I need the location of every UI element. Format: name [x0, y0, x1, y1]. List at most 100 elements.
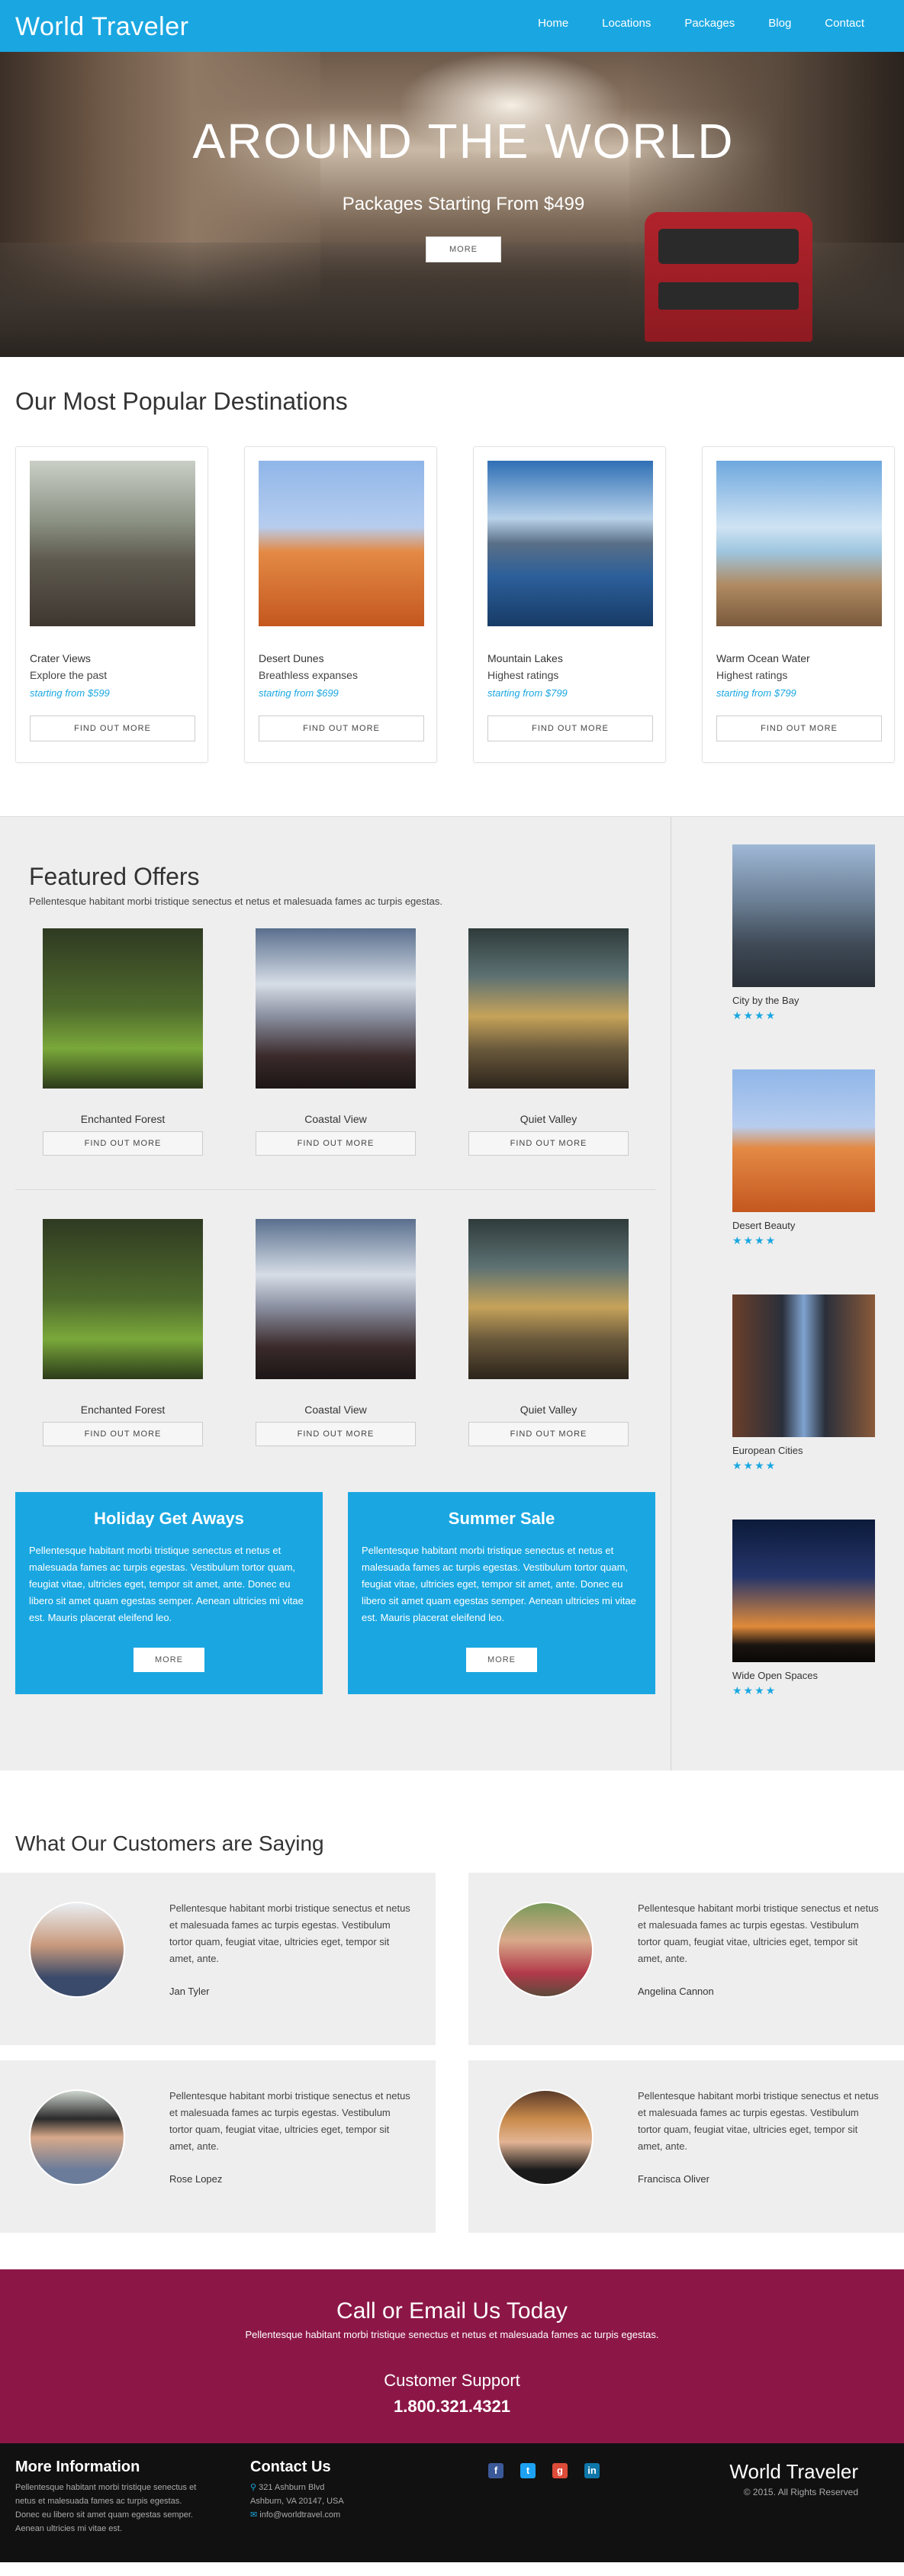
footer-address-line1-row: ⚲ 321 Ashburn Blvd	[250, 2481, 433, 2494]
top-navbar: World Traveler Home Locations Packages B…	[0, 0, 904, 52]
testimonials-section: What Our Customers are Saying Pellentesq…	[0, 1770, 904, 2260]
band-text: Pellentesque habitant morbi tristique se…	[245, 2329, 659, 2340]
twitter-icon[interactable]: t	[520, 2463, 536, 2478]
find-out-more-button[interactable]: FIND OUT MORE	[716, 716, 882, 741]
destination-image-lake	[487, 461, 653, 626]
promo-holiday: Holiday Get Aways Pellentesque habitant …	[15, 1492, 323, 1694]
sidebar-item[interactable]: Desert Beauty ★★★★	[732, 1069, 904, 1247]
find-out-more-button[interactable]: FIND OUT MORE	[256, 1422, 416, 1446]
nav-link-blog[interactable]: Blog	[751, 17, 808, 30]
promo-title: Summer Sale	[448, 1509, 555, 1528]
footer-email[interactable]: info@worldtravel.com	[259, 2510, 340, 2520]
destination-card: Warm Ocean Water Highest ratings startin…	[702, 446, 895, 763]
nav-link-contact[interactable]: Contact	[808, 17, 881, 30]
featured-description: Pellentesque habitant morbi tristique se…	[29, 896, 442, 907]
footer-contact: Contact Us ⚲ 321 Ashburn Blvd Ashburn, V…	[250, 2459, 433, 2522]
promo-more-button[interactable]: MORE	[466, 1648, 537, 1672]
destination-title: Warm Ocean Water	[716, 652, 810, 664]
testimonial-author: Francisca Oliver	[638, 2173, 709, 2185]
location-pin-icon: ⚲	[250, 2483, 257, 2492]
testimonial-author: Rose Lopez	[169, 2173, 223, 2185]
sidebar-image-spaces	[732, 1520, 875, 1662]
nav-link-packages[interactable]: Packages	[668, 17, 751, 30]
promo-more-button[interactable]: MORE	[134, 1648, 204, 1672]
offer-name: Coastal View	[304, 1113, 367, 1125]
destination-price: starting from $799	[716, 687, 796, 699]
testimonial-quote: Pellentesque habitant morbi tristique se…	[169, 1902, 410, 1964]
footer-email-row: ✉ info@worldtravel.com	[250, 2508, 433, 2522]
promo-text: Pellentesque habitant morbi tristique se…	[362, 1545, 636, 1623]
avatar	[29, 1902, 125, 1998]
testimonial-card: Pellentesque habitant morbi tristique se…	[0, 1873, 436, 2045]
footer-info-heading: More Information	[15, 2459, 140, 2475]
offer-item: Quiet Valley FIND OUT MORE	[468, 928, 629, 1156]
star-rating: ★★★★	[732, 1234, 777, 1246]
offers-divider	[15, 1189, 655, 1190]
testimonial-card: Pellentesque habitant morbi tristique se…	[0, 2060, 436, 2233]
sidebar-item[interactable]: European Cities ★★★★	[732, 1294, 904, 1472]
site-brand[interactable]: World Traveler	[15, 12, 188, 42]
facebook-icon[interactable]: f	[488, 2463, 503, 2478]
promo-title: Holiday Get Aways	[94, 1509, 244, 1528]
footer-contact-heading: Contact Us	[250, 2459, 331, 2475]
destination-subtitle: Breathless expanses	[259, 669, 358, 681]
offer-image-valley	[468, 1219, 629, 1379]
nav-link-locations[interactable]: Locations	[585, 17, 668, 30]
destination-image-dunes	[259, 461, 424, 626]
sidebar-item-name: Wide Open Spaces	[732, 1670, 819, 1681]
destination-image-crater	[30, 461, 195, 626]
sidebar-image-city	[732, 844, 875, 987]
testimonial-quote: Pellentesque habitant morbi tristique se…	[638, 1902, 879, 1964]
find-out-more-button[interactable]: FIND OUT MORE	[256, 1131, 416, 1156]
offer-item: Enchanted Forest FIND OUT MORE	[43, 928, 203, 1156]
find-out-more-button[interactable]: FIND OUT MORE	[468, 1131, 629, 1156]
find-out-more-button[interactable]: FIND OUT MORE	[43, 1131, 203, 1156]
offer-name: Coastal View	[304, 1404, 367, 1416]
testimonial-quote: Pellentesque habitant morbi tristique se…	[169, 2090, 410, 2152]
offer-name: Enchanted Forest	[80, 1113, 166, 1125]
hero-content: AROUND THE WORLD Packages Starting From …	[0, 113, 904, 262]
offer-image-valley	[468, 928, 629, 1089]
promo-row: Holiday Get Aways Pellentesque habitant …	[15, 1492, 655, 1694]
hero-banner: AROUND THE WORLD Packages Starting From …	[0, 52, 904, 357]
find-out-more-button[interactable]: FIND OUT MORE	[468, 1422, 629, 1446]
offer-image-forest	[43, 1219, 203, 1379]
hero-title: AROUND THE WORLD	[192, 114, 735, 169]
footer-info: More Information Pellentesque habitant m…	[15, 2459, 198, 2536]
google-plus-icon[interactable]: g	[552, 2463, 568, 2478]
sidebar-image-desert	[732, 1069, 875, 1212]
featured-sidebar: City by the Bay ★★★★ Desert Beauty ★★★★ …	[671, 817, 904, 1770]
destination-title: Crater Views	[30, 652, 91, 664]
star-rating: ★★★★	[732, 1009, 777, 1021]
destination-card: Desert Dunes Breathless expanses startin…	[244, 446, 437, 763]
star-rating: ★★★★	[732, 1684, 777, 1696]
find-out-more-button[interactable]: FIND OUT MORE	[30, 716, 195, 741]
sidebar-item[interactable]: Wide Open Spaces ★★★★	[732, 1520, 904, 1697]
main-menu: Home Locations Packages Blog Contact	[521, 17, 881, 30]
offer-image-forest	[43, 928, 203, 1089]
destinations-heading: Our Most Popular Destinations	[15, 388, 348, 415]
offer-row: Enchanted Forest FIND OUT MORE Coastal V…	[43, 928, 655, 1156]
footer-address-line1: 321 Ashburn Blvd	[259, 2483, 325, 2492]
offer-row: Enchanted Forest FIND OUT MORE Coastal V…	[43, 1219, 655, 1446]
find-out-more-button[interactable]: FIND OUT MORE	[487, 716, 653, 741]
find-out-more-button[interactable]: FIND OUT MORE	[43, 1422, 203, 1446]
destination-subtitle: Highest ratings	[716, 669, 788, 681]
testimonials-grid: Pellentesque habitant morbi tristique se…	[0, 1873, 904, 2233]
footer-brand[interactable]: World Traveler	[729, 2460, 858, 2484]
contact-band: Call or Email Us Today Pellentesque habi…	[0, 2269, 904, 2443]
destination-title: Mountain Lakes	[487, 652, 563, 664]
featured-heading: Featured Offers	[29, 863, 200, 890]
offer-name: Quiet Valley	[520, 1113, 577, 1125]
nav-link-home[interactable]: Home	[521, 17, 585, 30]
destination-subtitle: Highest ratings	[487, 669, 559, 681]
testimonials-heading: What Our Customers are Saying	[15, 1832, 324, 1855]
destination-subtitle: Explore the past	[30, 669, 108, 681]
support-phone[interactable]: 1.800.321.4321	[0, 2397, 904, 2417]
find-out-more-button[interactable]: FIND OUT MORE	[259, 716, 424, 741]
destination-card: Mountain Lakes Highest ratings starting …	[473, 446, 666, 763]
sidebar-item[interactable]: City by the Bay ★★★★	[732, 844, 904, 1022]
hero-more-button[interactable]: MORE	[426, 236, 501, 262]
avatar	[497, 2089, 594, 2185]
linkedin-icon[interactable]: in	[584, 2463, 600, 2478]
